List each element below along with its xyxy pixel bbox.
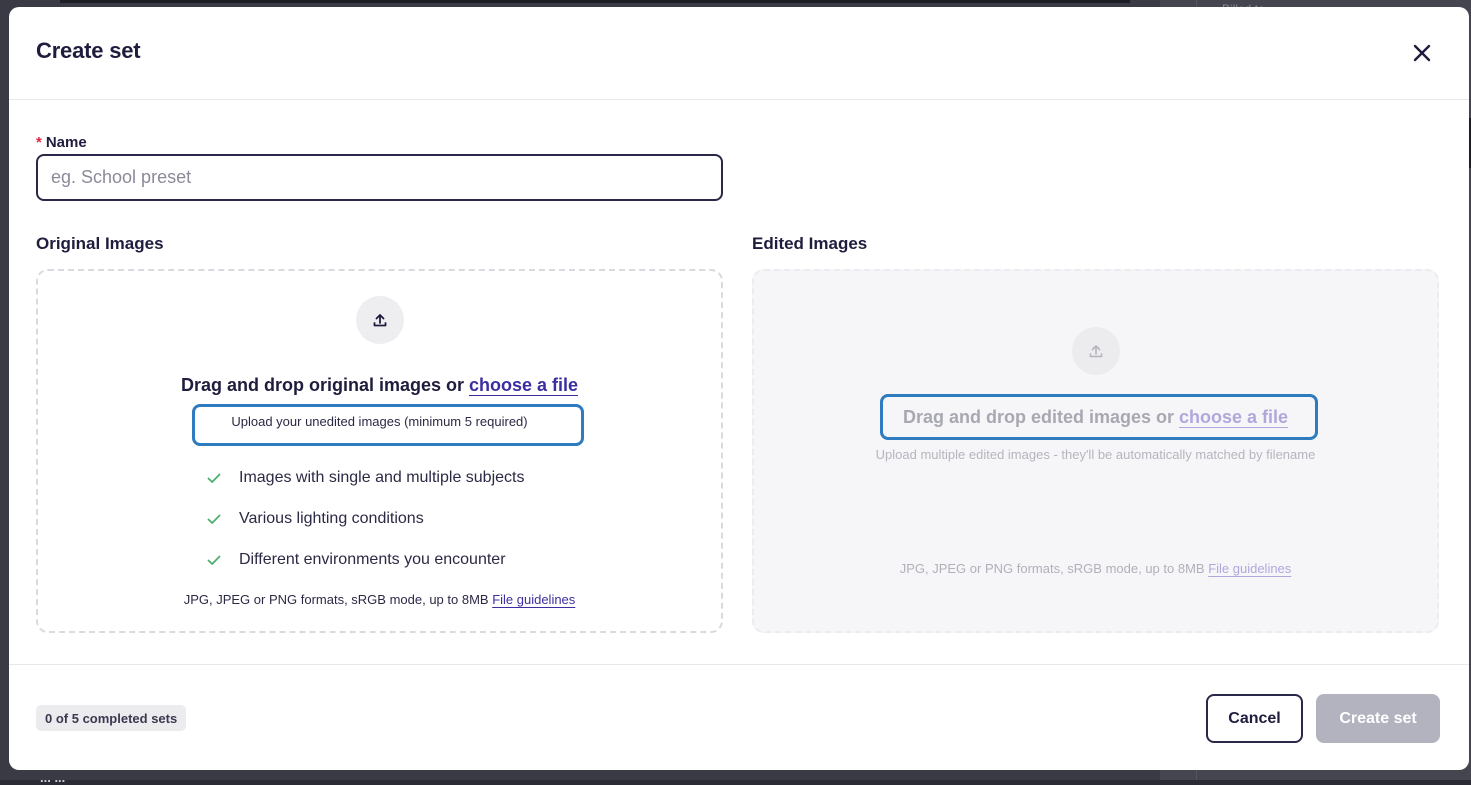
modal-footer: 0 of 5 completed sets Cancel Create set: [9, 664, 1469, 770]
backdrop-bottom-text: ... ...: [40, 770, 66, 785]
original-images-title: Original Images: [36, 234, 164, 253]
modal-header: Create set: [9, 7, 1469, 100]
upload-icon: [1089, 345, 1103, 358]
backdrop-bar: [60, 0, 1130, 3]
name-input[interactable]: [36, 154, 723, 201]
original-dropzone-heading: Drag and drop original images or choose …: [38, 375, 721, 396]
original-dropzone-subtext: Upload your unedited images (minimum 5 r…: [231, 414, 528, 429]
create-set-modal: Create set *Name Original Images Edited …: [9, 7, 1469, 770]
name-label: * Name: [36, 134, 87, 151]
original-heading-text: Drag and drop original images or: [180, 375, 469, 395]
list-item: Various lighting conditions: [206, 498, 524, 539]
completed-sets-badge: 0 of 5 completed sets: [36, 705, 187, 731]
highlight-box: [880, 394, 1318, 440]
check-icon: [206, 511, 222, 527]
check-icon: [206, 470, 222, 486]
original-images-dropzone[interactable]: Drag and drop original images or choose …: [36, 269, 723, 633]
edited-images-dropzone: Drag and drop edited images or choose a …: [752, 269, 1439, 633]
cancel-button[interactable]: Cancel: [1206, 694, 1303, 743]
upload-button-edited: [1072, 327, 1120, 375]
edited-dropzone-subtext: Upload multiple edited images - they'll …: [875, 447, 1316, 462]
create-set-button[interactable]: Create set: [1316, 694, 1440, 743]
checklist-text: Various lighting conditions: [239, 509, 424, 527]
original-dropzone-footer: JPG, JPEG or PNG formats, sRGB mode, up …: [38, 592, 721, 607]
checklist-text: Different environments you encounter: [239, 550, 506, 568]
upload-icon: [373, 314, 387, 327]
checklist-text: Images with single and multiple subjects: [239, 468, 525, 486]
edited-file-guidelines-link[interactable]: File guidelines: [1208, 561, 1291, 576]
upload-button-original[interactable]: [356, 296, 404, 344]
original-format-text: JPG, JPEG or PNG formats, sRGB mode, up …: [183, 592, 493, 607]
close-icon: [1413, 44, 1431, 62]
required-marker: *: [36, 134, 42, 151]
edited-format-text: JPG, JPEG or PNG formats, sRGB mode, up …: [899, 561, 1209, 576]
name-label-text: Name: [45, 134, 87, 151]
original-file-guidelines-link[interactable]: File guidelines: [492, 592, 575, 607]
list-item: Images with single and multiple subjects: [206, 457, 524, 498]
edited-images-title: Edited Images: [752, 234, 868, 253]
check-icon: [206, 552, 222, 568]
modal-title: Create set: [36, 38, 141, 63]
edited-dropzone-footer: JPG, JPEG or PNG formats, sRGB mode, up …: [754, 561, 1437, 576]
original-checklist: Images with single and multiple subjects…: [206, 457, 524, 580]
original-choose-file-link[interactable]: choose a file: [469, 375, 578, 395]
list-item: Different environments you encounter: [206, 539, 524, 580]
close-button[interactable]: [1409, 40, 1435, 66]
